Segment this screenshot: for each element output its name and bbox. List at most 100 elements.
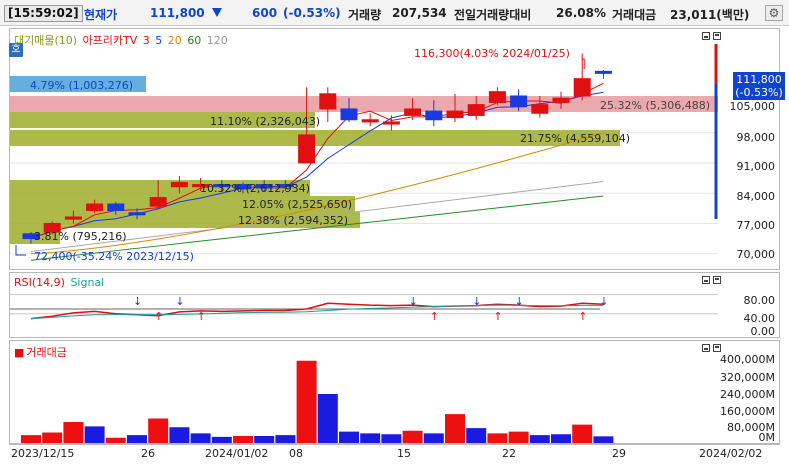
down-triangle-icon (212, 8, 222, 17)
buy-signal-arrow: ↑ (578, 310, 587, 323)
candle-body (340, 108, 358, 121)
trade-value-bar (572, 424, 593, 443)
sell-signal-arrow: ↓ (472, 295, 481, 308)
trade-value-bar (402, 430, 423, 443)
x-tick: 2024/01/02 (205, 447, 269, 460)
rsi-y-axis: 80.00 40.00 0.00 (709, 273, 779, 338)
y-tick: 320,000M (720, 371, 775, 384)
rsi-plot-area[interactable]: ↓ ↓ ↓ ↓ ↓ ↓ ↑ ↑ ↑ ↑ ↑ (10, 273, 718, 337)
settings-icon[interactable]: ⚙ (765, 5, 783, 21)
sell-signal-arrow: ↓ (599, 295, 608, 308)
trade-value-legend: ■ 거래대금 (14, 344, 69, 360)
last-price-tag: 111,800 (-0.53%) (733, 72, 785, 100)
price-y-axis: 105,000 98,000 91,000 84,000 77,000 70,0… (709, 29, 779, 269)
y-tick: 98,000 (736, 131, 776, 144)
overhang-label: 12.38% (2,594,352) (238, 214, 348, 227)
trade-value-bar (127, 435, 147, 443)
trade-value-y-axis: 400,000M 320,000M 240,000M 160,000M 80,0… (709, 341, 779, 444)
trade-value-bar (148, 418, 169, 443)
trade-value-panel[interactable]: ■ 거래대금 400,000M 320,000M 240,000M 160,000… (9, 340, 780, 444)
overhang-label: 10.32% (2,612,934) (200, 182, 310, 195)
trade-value-plot-area[interactable] (10, 341, 718, 443)
trade-value-bar (233, 436, 253, 443)
trade-value-bar (254, 436, 275, 443)
y-tick: 40.00 (743, 312, 776, 325)
trade-value-bar (211, 436, 232, 443)
rsi-panel[interactable]: ↓ ↓ ↓ ↓ ↓ ↓ ↑ ↑ ↑ ↑ ↑ RSI(14,9) Signal 80.00 40.00… (9, 272, 780, 338)
trade-value-bar (84, 426, 105, 443)
volume-label: 거래량 (348, 8, 382, 22)
ho-button[interactable]: 호 (9, 43, 23, 57)
volume-value: 207,534 (392, 6, 447, 20)
candle-body (128, 212, 146, 216)
candle-body (425, 110, 443, 121)
ma3-legend: 3 (142, 34, 150, 47)
rsi-legend-label: RSI(14,9) (14, 276, 65, 289)
overhang-label: 25.32% (5,306,488) (600, 99, 710, 112)
trade-value-bar (487, 433, 508, 443)
signal-legend-label: Signal (70, 276, 105, 289)
overhang-label: 3.81% (795,216) (34, 230, 127, 243)
y-tick: 105,000 (729, 100, 776, 113)
last-price: 111,800 (736, 73, 782, 86)
trade-value-bar (508, 431, 529, 443)
trade-value-bar (63, 422, 84, 443)
y-tick: 240,000M (720, 388, 775, 401)
series-legend-stock: 아프리카TV (82, 34, 138, 47)
current-price-label: 현재가 (84, 8, 118, 22)
trade-value-bar (551, 434, 571, 443)
candle-body (404, 108, 422, 116)
square-icon: ■ (14, 346, 25, 359)
x-tick: 2024/02/02 (699, 447, 763, 460)
ma20-legend: 20 (167, 34, 182, 47)
candle-body (382, 121, 400, 125)
overhang-legend: 대기매물(10) (14, 34, 78, 47)
high-annotation: 116,300(4.03% 2024/01/25) (414, 47, 570, 60)
trade-value-bar (529, 435, 550, 443)
candle-body (107, 203, 125, 211)
overhang-label: 21.75% (4,559,104) (520, 132, 630, 145)
candle-body (170, 181, 188, 188)
quote-header: [15:59:02] 현재가 111,800 600 (-0.53%) 거래량 … (0, 0, 789, 26)
rsi-legend: RSI(14,9) Signal (14, 276, 106, 289)
sell-signal-arrow: ↓ (175, 295, 184, 308)
last-change: (-0.53%) (735, 86, 783, 99)
ma60-legend: 60 (187, 34, 202, 47)
current-price: 111,800 (150, 6, 205, 20)
trade-value-bar (317, 394, 338, 443)
price-legend: 대기매물(10) 아프리카TV 3 5 20 60 120 (14, 32, 230, 48)
price-chart-panel[interactable]: 4.79% (1,003,276) 25.32% (5,306,488) 11.10… (9, 28, 780, 270)
trade-value-label: 거래대금 (612, 8, 657, 22)
candle-body (531, 104, 549, 114)
buy-signal-arrow: ↑ (154, 310, 163, 323)
candle-body (552, 97, 570, 103)
price-plot-area[interactable]: 4.79% (1,003,276) 25.32% (5,306,488) 11.10… (10, 29, 718, 269)
candle-body (149, 197, 167, 207)
x-tick: 2023/12/15 (11, 447, 75, 460)
x-tick: 22 (502, 447, 516, 460)
ma5-legend: 5 (155, 34, 163, 47)
candle-body (594, 70, 612, 74)
trade-value: 23,011(백만) (670, 8, 750, 22)
y-tick: 77,000 (736, 219, 776, 232)
ma120-legend: 120 (206, 34, 228, 47)
candle-body (573, 78, 591, 97)
overhang-label: 4.79% (1,003,276) (30, 79, 133, 92)
trade-value-bar (445, 414, 465, 443)
y-tick: 70,000 (736, 248, 776, 261)
price-change-pct: (-0.53%) (283, 6, 341, 20)
candle-body (510, 95, 528, 108)
y-tick: 84,000 (736, 190, 776, 203)
candle-body (488, 91, 506, 103)
trade-value-bar (169, 427, 190, 443)
y-tick: 0.00 (750, 325, 776, 338)
trade-value-bar (21, 435, 41, 443)
buy-signal-arrow: ↑ (197, 310, 206, 323)
trade-value-bar (423, 433, 444, 443)
candle-body (298, 134, 316, 164)
trade-value-bar (275, 435, 296, 443)
sell-signal-arrow: ↓ (515, 295, 524, 308)
y-tick: 0M (758, 431, 776, 444)
trade-value-bar (105, 437, 126, 443)
trade-value-legend-label: 거래대금 (26, 346, 67, 359)
